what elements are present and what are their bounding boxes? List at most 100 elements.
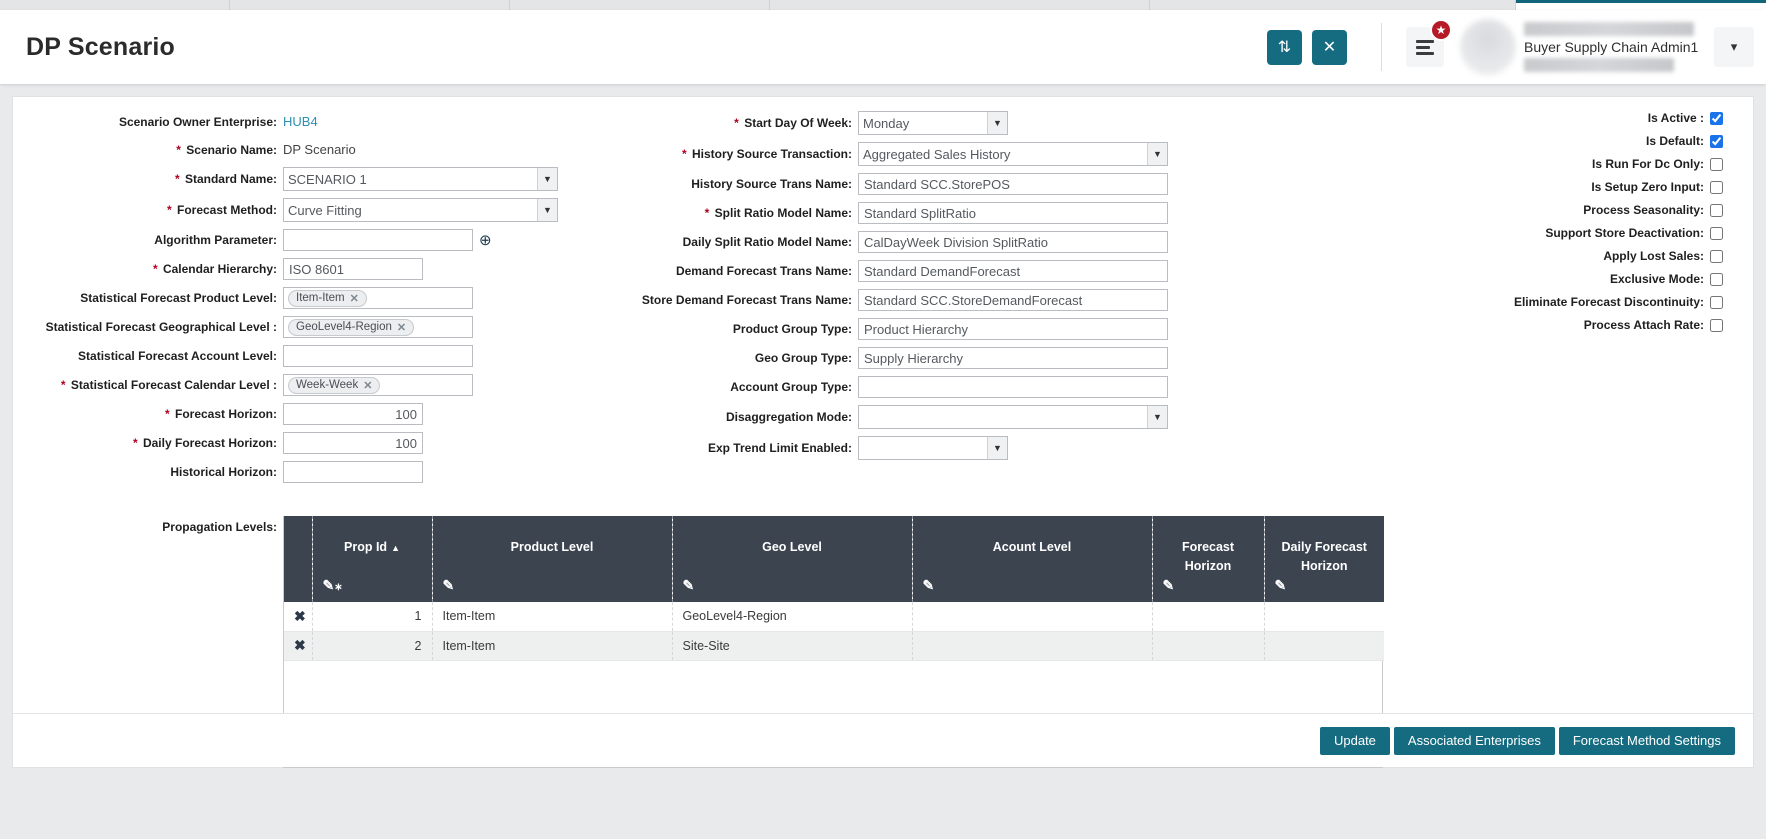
- delete-row-icon[interactable]: ✖: [294, 608, 306, 624]
- field-row-demand-forecast-trans-name: Demand Forecast Trans Name:: [558, 260, 1288, 282]
- field-scenario-owner-enterprise-link[interactable]: HUB4: [283, 114, 318, 129]
- cell-forecast-horizon[interactable]: [1152, 602, 1264, 631]
- checkbox-row-apply-lost-sales: Apply Lost Sales:: [1288, 249, 1723, 263]
- propagation-header-forecast-horizon[interactable]: Forecast Horizon✎: [1152, 516, 1264, 602]
- menu-button[interactable]: ★: [1406, 27, 1444, 67]
- field-product-group-type-input[interactable]: [858, 318, 1168, 340]
- row-delete-cell[interactable]: ✖: [284, 602, 312, 631]
- field-statistical-forecast-account-level-chipbox[interactable]: [283, 345, 473, 367]
- cell-prop-id[interactable]: 2: [312, 631, 432, 660]
- field-geo-group-type-input[interactable]: [858, 347, 1168, 369]
- field-demand-forecast-trans-name-input[interactable]: [858, 260, 1168, 282]
- cell-geo-level[interactable]: GeoLevel4-Region: [672, 602, 912, 631]
- field-forecast-horizon-input[interactable]: [283, 403, 423, 425]
- cell-daily-forecast-horizon[interactable]: [1264, 631, 1384, 660]
- associated-enterprises-button[interactable]: Associated Enterprises: [1394, 727, 1555, 755]
- checkbox-is-run-for-dc-only[interactable]: [1710, 158, 1723, 171]
- field-row-account-group-type: Account Group Type:: [558, 376, 1288, 398]
- delete-row-icon[interactable]: ✖: [294, 637, 306, 653]
- field-history-source-trans-name-input[interactable]: [858, 173, 1168, 195]
- chip-remove-icon[interactable]: ✕: [363, 379, 372, 392]
- propagation-header-label: Forecast Horizon: [1163, 538, 1254, 577]
- row-delete-cell[interactable]: ✖: [284, 631, 312, 660]
- field-daily-split-ratio-model-name-input[interactable]: [858, 231, 1168, 253]
- page-title: DP Scenario: [26, 33, 175, 62]
- cell-prop-id[interactable]: 1: [312, 602, 432, 631]
- cell-product-level[interactable]: Item-Item: [432, 631, 672, 660]
- propagation-header-label: Geo Level: [683, 538, 902, 557]
- checkbox-label-is-default: Is Default:: [1646, 134, 1704, 148]
- user-menu-caret-button[interactable]: ▾: [1714, 27, 1754, 67]
- field-split-ratio-model-name-input[interactable]: [858, 202, 1168, 224]
- cell-daily-forecast-horizon[interactable]: [1264, 602, 1384, 631]
- checkbox-row-support-store-deactivation: Support Store Deactivation:: [1288, 226, 1723, 240]
- field-label-forecast-method: * Forecast Method:: [13, 203, 283, 217]
- edit-icon[interactable]: ✎∗: [323, 577, 343, 594]
- field-historical-horizon-input[interactable]: [283, 461, 423, 483]
- tab-slot-5: [1150, 0, 1516, 10]
- checkbox-support-store-deactivation[interactable]: [1710, 227, 1723, 240]
- checkbox-process-seasonality[interactable]: [1710, 204, 1723, 217]
- user-line-redacted-bottom: [1524, 58, 1674, 72]
- field-label-store-demand-forecast-trans-name: Store Demand Forecast Trans Name:: [558, 293, 858, 307]
- edit-icon[interactable]: ✎: [1275, 577, 1287, 594]
- field-history-source-transaction-select[interactable]: Aggregated Sales History: [858, 142, 1168, 166]
- propagation-header-geo-level[interactable]: Geo Level ✎: [672, 516, 912, 602]
- checkbox-label-process-seasonality: Process Seasonality:: [1583, 203, 1704, 217]
- close-button[interactable]: ✕: [1312, 30, 1347, 65]
- table-row[interactable]: ✖ 2Item-ItemSite-Site: [284, 631, 1384, 660]
- edit-icon[interactable]: ✎: [923, 577, 935, 594]
- checkbox-is-active[interactable]: [1710, 112, 1723, 125]
- field-label-algorithm-parameter: Algorithm Parameter:: [13, 233, 283, 247]
- field-statistical-forecast-product-level-chipbox[interactable]: Item-Item✕: [283, 287, 473, 309]
- field-account-group-type-input[interactable]: [858, 376, 1168, 398]
- cell-product-level[interactable]: Item-Item: [432, 602, 672, 631]
- checkbox-exclusive-mode[interactable]: [1710, 273, 1723, 286]
- edit-icon[interactable]: ✎: [443, 577, 455, 594]
- field-start-day-of-week-select[interactable]: Monday: [858, 111, 1008, 135]
- refresh-button[interactable]: ⇅: [1267, 30, 1302, 65]
- hamburger-icon: [1416, 37, 1434, 58]
- field-label-text: Daily Forecast Horizon:: [143, 436, 277, 450]
- edit-icon[interactable]: ✎: [1163, 577, 1175, 594]
- search-zoom-icon[interactable]: ⊕: [479, 233, 492, 248]
- field-statistical-forecast-calendar-level-chipbox[interactable]: Week-Week✕: [283, 374, 473, 396]
- field-label-scenario-owner-enterprise: Scenario Owner Enterprise:: [13, 115, 283, 129]
- edit-icon[interactable]: ✎: [683, 577, 695, 594]
- field-exp-trend-limit-enabled-select[interactable]: [858, 436, 1008, 460]
- sort-ascending-icon[interactable]: ▲: [391, 543, 400, 553]
- field-calendar-hierarchy-input[interactable]: [283, 258, 423, 280]
- field-disaggregation-mode-select[interactable]: [858, 405, 1168, 429]
- checkbox-is-setup-zero-input[interactable]: [1710, 181, 1723, 194]
- cell-account-level[interactable]: [912, 602, 1152, 631]
- required-marker: ∗: [334, 582, 342, 593]
- checkbox-row-process-attach-rate: Process Attach Rate:: [1288, 318, 1723, 332]
- checkbox-apply-lost-sales[interactable]: [1710, 250, 1723, 263]
- chip-remove-icon[interactable]: ✕: [350, 292, 359, 305]
- cell-forecast-horizon[interactable]: [1152, 631, 1264, 660]
- checkbox-eliminate-forecast-discontinuity[interactable]: [1710, 296, 1723, 309]
- field-store-demand-forecast-trans-name-input[interactable]: [858, 289, 1168, 311]
- field-forecast-method-select[interactable]: Curve Fitting: [283, 198, 558, 222]
- checkbox-label-process-attach-rate: Process Attach Rate:: [1584, 318, 1704, 332]
- checkbox-is-default[interactable]: [1710, 135, 1723, 148]
- propagation-header-prop-id[interactable]: Prop Id▲✎∗: [312, 516, 432, 602]
- field-label-statistical-forecast-product-level: Statistical Forecast Product Level:: [13, 291, 283, 305]
- field-statistical-forecast-geographical-level-chipbox[interactable]: GeoLevel4-Region✕: [283, 316, 473, 338]
- user-name: Buyer Supply Chain Admin1: [1524, 39, 1714, 55]
- checkbox-process-attach-rate[interactable]: [1710, 319, 1723, 332]
- field-start-day-of-week-select-wrapper: Monday▼: [858, 111, 1008, 135]
- field-standard-name-select[interactable]: SCENARIO 1: [283, 167, 558, 191]
- chip-remove-icon[interactable]: ✕: [397, 321, 406, 334]
- propagation-header-daily-forecast-horizon[interactable]: Daily Forecast Horizon✎: [1264, 516, 1384, 602]
- propagation-header-product-level[interactable]: Product Level✎: [432, 516, 672, 602]
- forecast-method-settings-button[interactable]: Forecast Method Settings: [1559, 727, 1735, 755]
- table-row[interactable]: ✖ 1Item-ItemGeoLevel4-Region: [284, 602, 1384, 631]
- required-marker: *: [167, 203, 172, 217]
- propagation-header-acount-level[interactable]: Acount Level✎: [912, 516, 1152, 602]
- cell-geo-level[interactable]: Site-Site: [672, 631, 912, 660]
- cell-account-level[interactable]: [912, 631, 1152, 660]
- field-daily-forecast-horizon-input[interactable]: [283, 432, 423, 454]
- field-algorithm-parameter-input[interactable]: [283, 229, 473, 251]
- update-button[interactable]: Update: [1320, 727, 1390, 755]
